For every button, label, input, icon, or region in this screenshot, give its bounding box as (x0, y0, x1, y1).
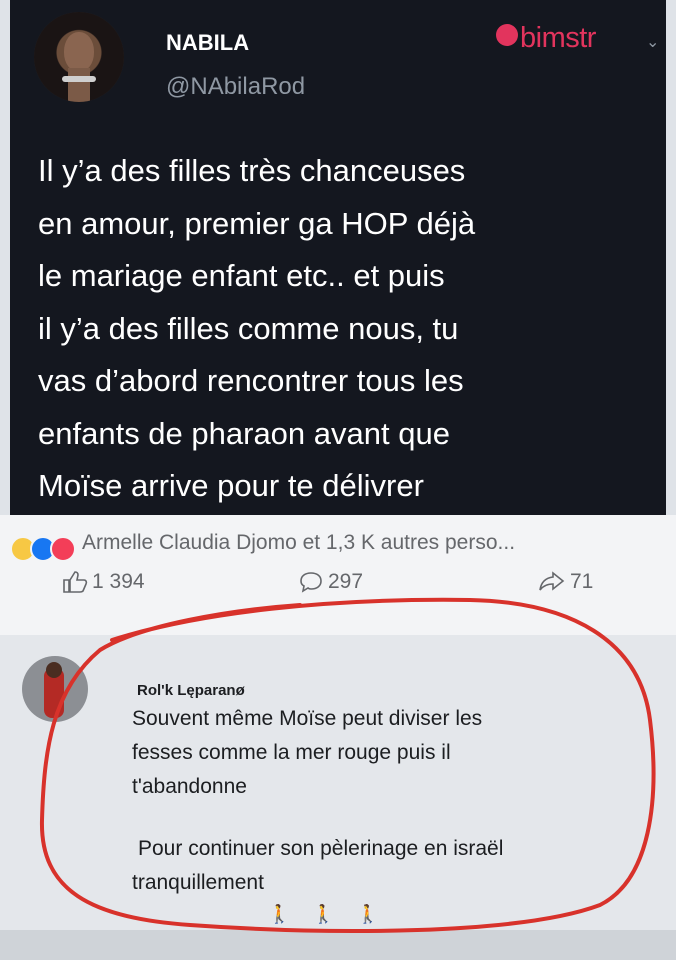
share-button[interactable]: 71 (538, 570, 593, 594)
comment-line: t'abandonne (132, 775, 247, 798)
author-handle[interactable]: @NAbilaRod (166, 73, 305, 101)
comment-button[interactable]: 297 (298, 570, 363, 594)
comment-line: Souvent même Moïse peut diviser les (132, 707, 483, 730)
bimstr-watermark: bimstr (496, 22, 596, 55)
reactions-summary[interactable]: Armelle Claudia Djomo et 1,3 K autres pe… (82, 531, 515, 555)
comment-line: Pour continuer son pèlerinage en israël (138, 837, 504, 860)
tweet-line: Il y’a des filles très chanceuses (38, 153, 466, 188)
comment-line: tranquillement (132, 871, 264, 894)
walking-emojis: 🚶 🚶 🚶 (268, 904, 379, 925)
comment-line: fesses comme la mer rouge puis il (132, 741, 451, 764)
bimstr-logo-icon (496, 24, 518, 46)
comment-actions-strip (0, 930, 676, 960)
like-count: 1 394 (92, 570, 145, 593)
author-name[interactable]: NABILA (166, 30, 249, 56)
share-arrow-icon (539, 571, 565, 591)
like-button[interactable]: 1 394 (62, 570, 145, 594)
comment-bubble-icon (300, 572, 322, 593)
comment-count: 297 (328, 570, 364, 593)
tweet-line: enfants de pharaon avant que (38, 415, 450, 451)
walking-person-icon: 🚶 (356, 904, 380, 924)
tweet-line: Moïse arrive pour te délivrer (38, 468, 424, 503)
walking-person-icon: 🚶 (312, 904, 335, 924)
author-avatar[interactable] (34, 12, 124, 102)
tweet-card: NABILA @NAbilaRod bimstr ⌄ Il y’a des fi… (10, 0, 666, 515)
reaction-icons[interactable] (10, 536, 76, 562)
tweet-line: il y’a des filles comme nous, tu (38, 310, 459, 346)
tweet-line: vas d’abord rencontrer tous les (38, 363, 464, 398)
chevron-down-icon[interactable]: ⌄ (646, 32, 659, 52)
commenter-name[interactable]: Rol'k Lęparanø (137, 682, 245, 699)
love-icon (50, 536, 76, 562)
thumbs-up-icon (63, 571, 88, 593)
tweet-line: en amour, premier ga HOP déjà (38, 205, 476, 241)
commenter-avatar[interactable] (22, 656, 88, 722)
tweet-text: Il y’a des filles très chanceuses en amo… (38, 145, 648, 513)
share-count: 71 (570, 570, 594, 593)
walking-person-icon: 🚶 (268, 904, 291, 924)
tweet-line: le mariage enfant etc.. et puis (38, 258, 445, 293)
comment-text: Souvent même Moïse peut diviser les fess… (132, 702, 632, 900)
